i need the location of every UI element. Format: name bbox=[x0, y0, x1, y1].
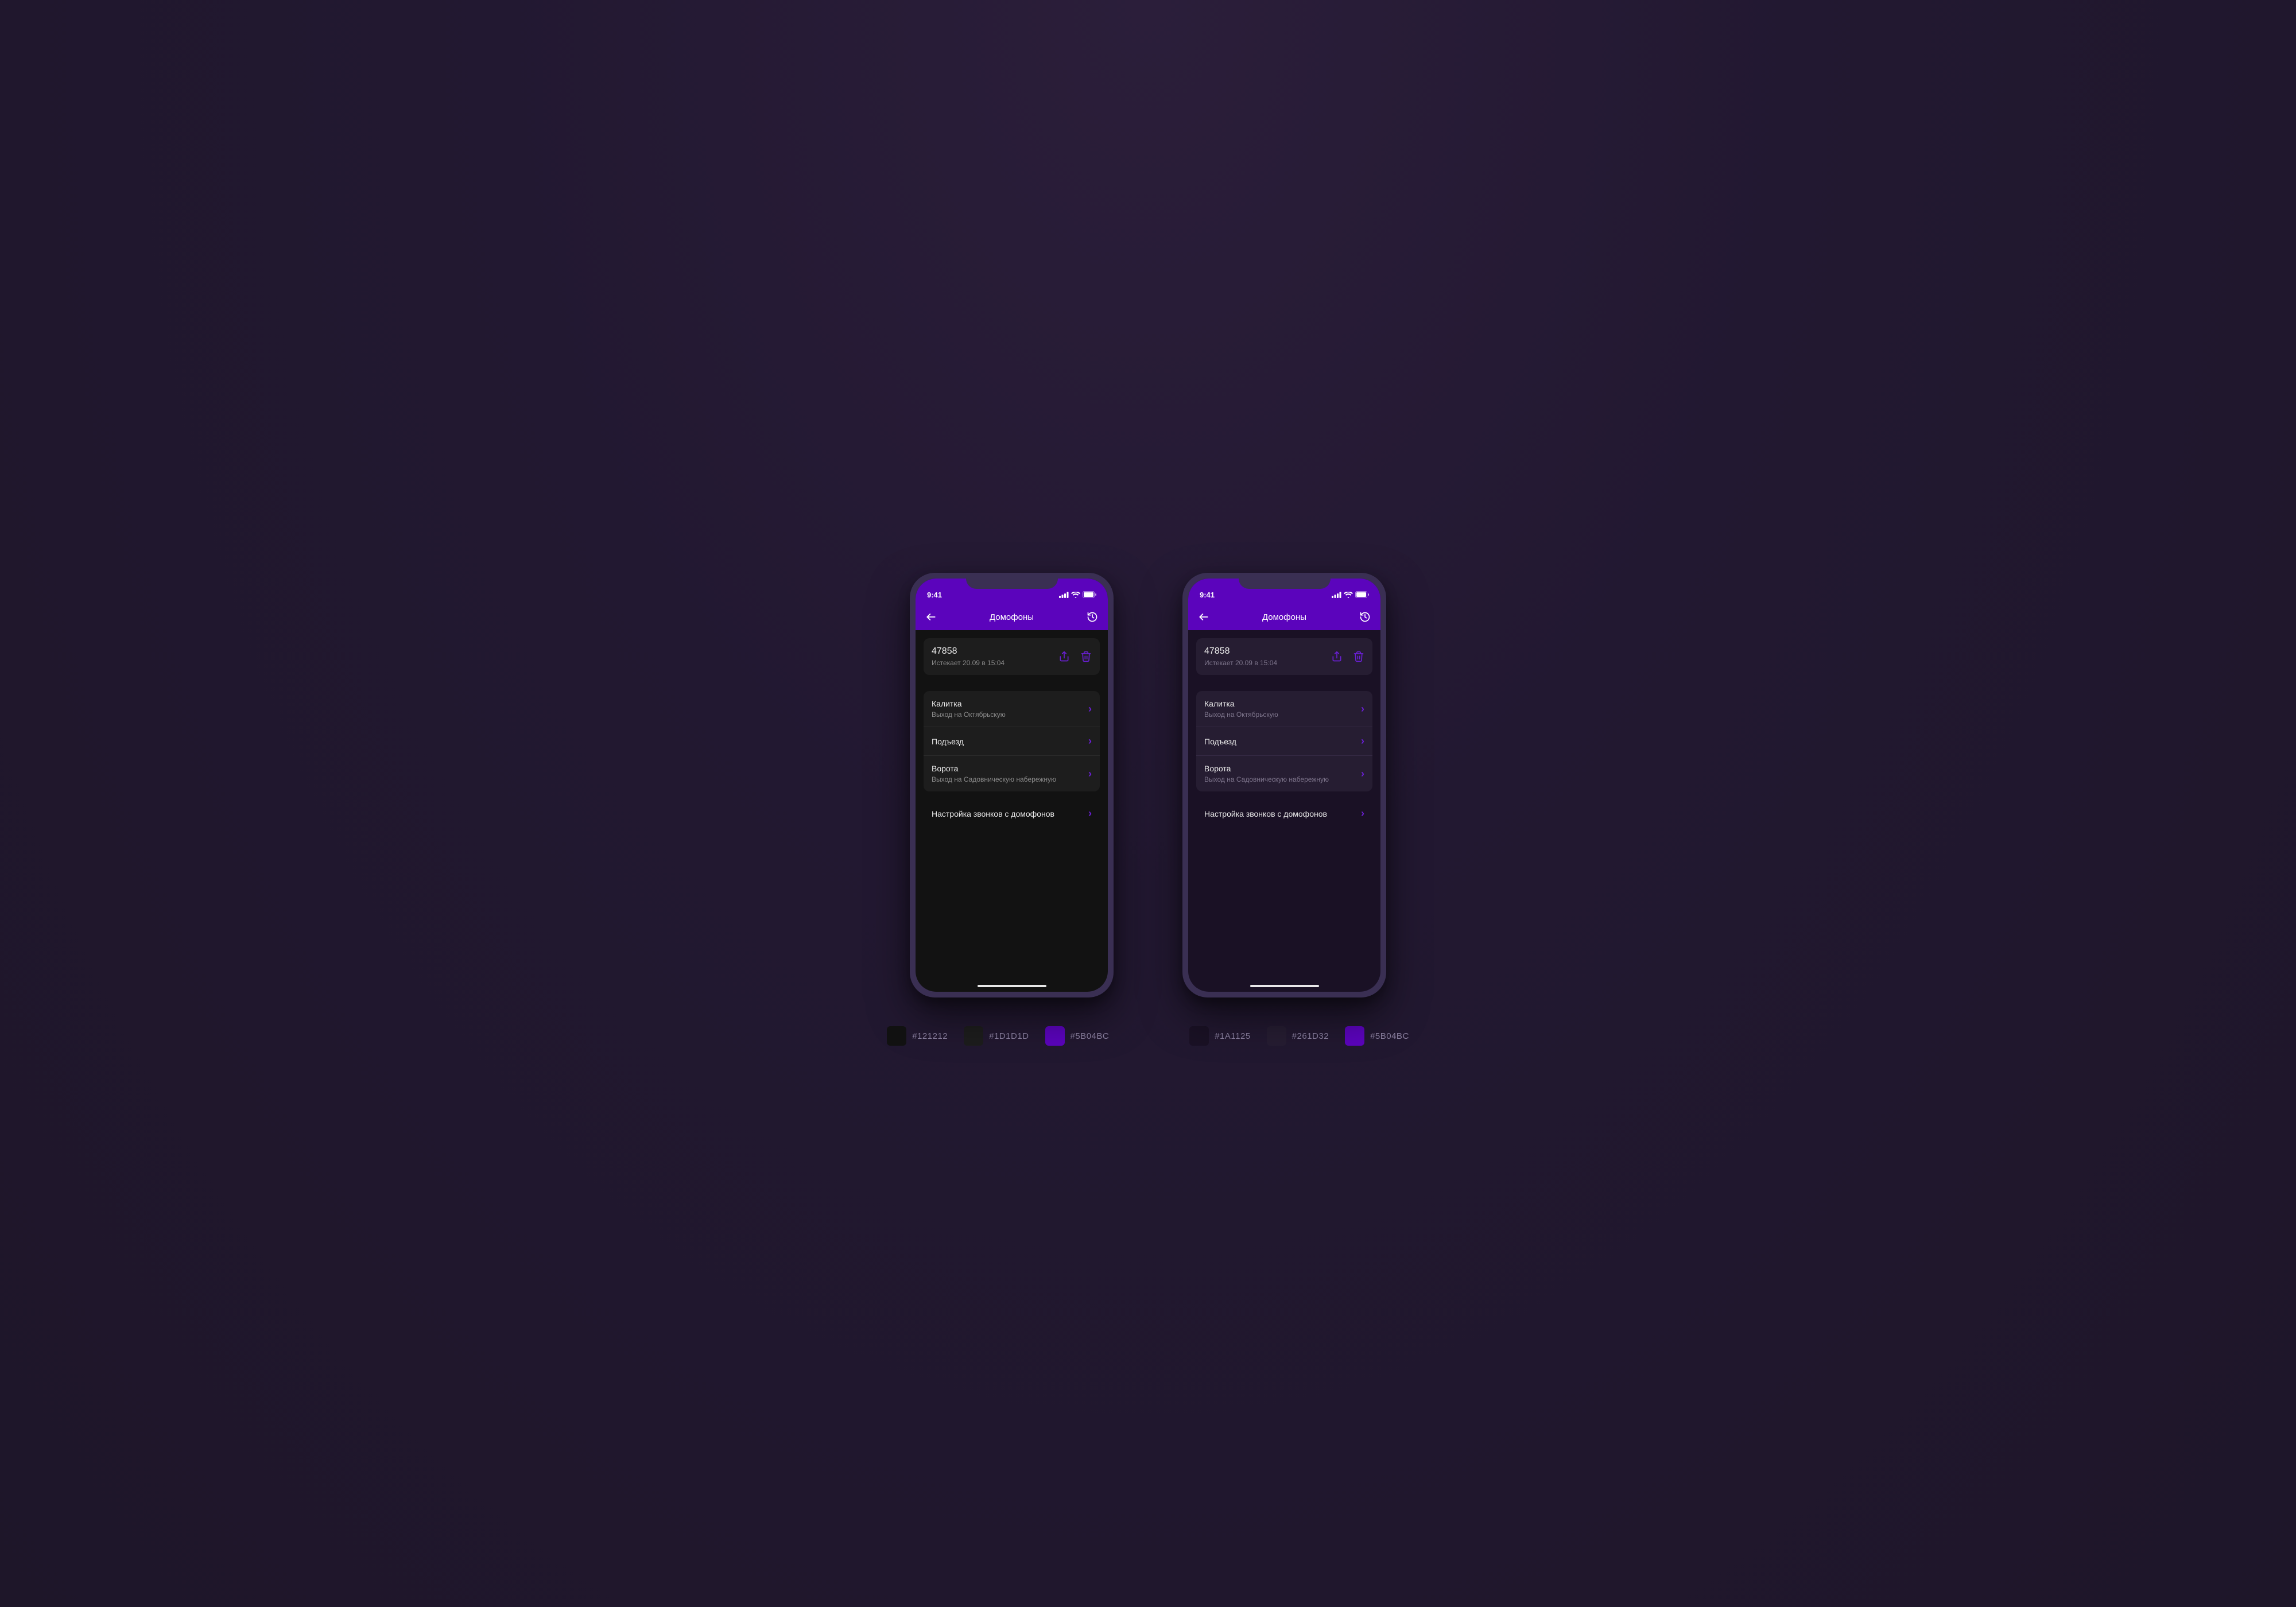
access-code-expiry: Истекает 20.09 в 15:04 bbox=[932, 659, 1004, 667]
color-swatch bbox=[1045, 1026, 1065, 1046]
signal-icon bbox=[1332, 592, 1341, 598]
list-item-title: Ворота bbox=[932, 764, 1056, 773]
swatch-group: #5B04BC bbox=[1345, 1026, 1409, 1046]
history-button[interactable] bbox=[1359, 611, 1371, 623]
access-code-info: 47858 Истекает 20.09 в 15:04 bbox=[1204, 646, 1277, 667]
access-code-expiry: Истекает 20.09 в 15:04 bbox=[1204, 659, 1277, 667]
device-notch bbox=[966, 573, 1058, 589]
header-title: Домофоны bbox=[916, 612, 1108, 622]
wifi-icon bbox=[1344, 592, 1353, 598]
color-palettes: #121212 #1D1D1D #5B04BC #1A1125 #261D32 … bbox=[887, 1026, 1409, 1046]
list-item-subtitle: Выход на Садовническую набережную bbox=[1204, 775, 1329, 783]
list-item-title: Подъезд bbox=[1204, 737, 1236, 746]
delete-button[interactable] bbox=[1353, 651, 1364, 662]
swatch-label: #5B04BC bbox=[1071, 1031, 1110, 1041]
back-button[interactable] bbox=[1197, 611, 1210, 623]
intercom-list: Калитка Выход на Октябрьскую › Подъезд › bbox=[1196, 691, 1372, 791]
list-item-title: Ворота bbox=[1204, 764, 1329, 773]
list-item-subtitle: Выход на Октябрьскую bbox=[932, 711, 1006, 719]
palette-dark: #121212 #1D1D1D #5B04BC bbox=[887, 1026, 1109, 1046]
chevron-right-icon: › bbox=[1361, 735, 1364, 747]
battery-icon bbox=[1083, 591, 1096, 598]
access-code-actions bbox=[1058, 651, 1092, 662]
share-button[interactable] bbox=[1331, 651, 1343, 662]
back-button[interactable] bbox=[925, 611, 937, 623]
swatch-label: #5B04BC bbox=[1370, 1031, 1409, 1041]
color-swatch bbox=[887, 1026, 906, 1046]
chevron-right-icon: › bbox=[1088, 735, 1092, 747]
list-item-title: Калитка bbox=[1204, 699, 1278, 708]
swatch-label: #1A1125 bbox=[1215, 1031, 1250, 1041]
content-area: 47858 Истекает 20.09 в 15:04 bbox=[1188, 630, 1380, 992]
app-header: Домофоны bbox=[916, 604, 1108, 630]
header-title: Домофоны bbox=[1188, 612, 1380, 622]
app-header: Домофоны bbox=[1188, 604, 1380, 630]
access-code-actions bbox=[1331, 651, 1364, 662]
screen-purple: 9:41 Домофоны 47858 bbox=[1188, 579, 1380, 992]
list-item-gates[interactable]: Ворота Выход на Садовническую набережную… bbox=[924, 755, 1100, 791]
battery-icon bbox=[1355, 591, 1369, 598]
device-notch bbox=[1239, 573, 1331, 589]
list-item-gate[interactable]: Калитка Выход на Октябрьскую › bbox=[1196, 691, 1372, 727]
wifi-icon bbox=[1071, 592, 1080, 598]
delete-button[interactable] bbox=[1080, 651, 1092, 662]
color-swatch bbox=[964, 1026, 983, 1046]
access-code-card: 47858 Истекает 20.09 в 15:04 bbox=[1196, 638, 1372, 675]
status-time: 9:41 bbox=[927, 591, 942, 599]
list-item-subtitle: Выход на Садовническую набережную bbox=[932, 775, 1056, 783]
chevron-right-icon: › bbox=[1361, 768, 1364, 780]
call-settings-row[interactable]: Настройка звонков с домофонов › bbox=[1196, 802, 1372, 825]
list-item-title: Калитка bbox=[932, 699, 1006, 708]
phone-mockup-dark: 9:41 Домофоны 47858 bbox=[910, 573, 1114, 997]
list-item-entrance[interactable]: Подъезд › bbox=[1196, 727, 1372, 755]
home-indicator[interactable] bbox=[978, 985, 1046, 987]
call-settings-label: Настройка звонков с домофонов bbox=[932, 809, 1054, 818]
swatch-label: #121212 bbox=[912, 1031, 948, 1041]
call-settings-label: Настройка звонков с домофонов bbox=[1204, 809, 1327, 818]
chevron-right-icon: › bbox=[1088, 808, 1092, 820]
swatch-label: #1D1D1D bbox=[989, 1031, 1029, 1041]
status-icons bbox=[1332, 591, 1369, 598]
access-code-info: 47858 Истекает 20.09 в 15:04 bbox=[932, 646, 1004, 667]
access-code-card: 47858 Истекает 20.09 в 15:04 bbox=[924, 638, 1100, 675]
color-swatch bbox=[1267, 1026, 1286, 1046]
call-settings-row[interactable]: Настройка звонков с домофонов › bbox=[924, 802, 1100, 825]
access-code-value: 47858 bbox=[1204, 646, 1277, 657]
color-swatch bbox=[1189, 1026, 1209, 1046]
intercom-list: Калитка Выход на Октябрьскую › Подъезд › bbox=[924, 691, 1100, 791]
swatch-group: #121212 bbox=[887, 1026, 948, 1046]
swatch-label: #261D32 bbox=[1292, 1031, 1329, 1041]
access-code-value: 47858 bbox=[932, 646, 1004, 657]
list-item-entrance[interactable]: Подъезд › bbox=[924, 727, 1100, 755]
palette-purple: #1A1125 #261D32 #5B04BC bbox=[1189, 1026, 1409, 1046]
screen-dark: 9:41 Домофоны 47858 bbox=[916, 579, 1108, 992]
content-area: 47858 Истекает 20.09 в 15:04 bbox=[916, 630, 1108, 992]
history-button[interactable] bbox=[1086, 611, 1099, 623]
list-item-gate[interactable]: Калитка Выход на Октябрьскую › bbox=[924, 691, 1100, 727]
swatch-group: #5B04BC bbox=[1045, 1026, 1110, 1046]
swatch-group: #1D1D1D bbox=[964, 1026, 1029, 1046]
color-swatch bbox=[1345, 1026, 1364, 1046]
chevron-right-icon: › bbox=[1088, 768, 1092, 780]
list-item-gates[interactable]: Ворота Выход на Садовническую набережную… bbox=[1196, 755, 1372, 791]
list-item-title: Подъезд bbox=[932, 737, 964, 746]
chevron-right-icon: › bbox=[1361, 808, 1364, 820]
list-item-subtitle: Выход на Октябрьскую bbox=[1204, 711, 1278, 719]
status-icons bbox=[1059, 591, 1096, 598]
chevron-right-icon: › bbox=[1361, 703, 1364, 715]
signal-icon bbox=[1059, 592, 1069, 598]
status-time: 9:41 bbox=[1200, 591, 1215, 599]
phone-mockup-purple: 9:41 Домофоны 47858 bbox=[1182, 573, 1386, 997]
swatch-group: #1A1125 bbox=[1189, 1026, 1250, 1046]
swatch-group: #261D32 bbox=[1267, 1026, 1329, 1046]
chevron-right-icon: › bbox=[1088, 703, 1092, 715]
home-indicator[interactable] bbox=[1250, 985, 1319, 987]
share-button[interactable] bbox=[1058, 651, 1070, 662]
